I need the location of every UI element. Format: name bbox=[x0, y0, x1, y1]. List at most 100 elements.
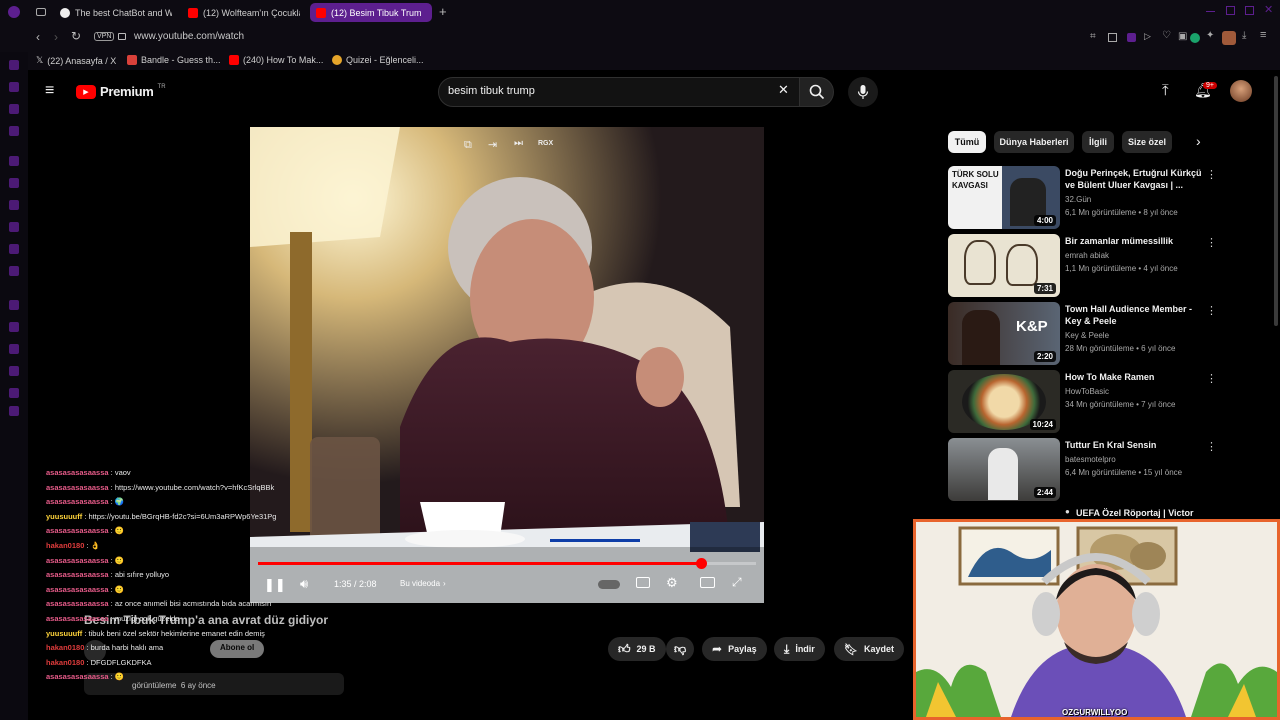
url-field[interactable]: www.youtube.com/watch bbox=[134, 31, 244, 42]
search-button[interactable] bbox=[800, 77, 834, 107]
subtitles-icon[interactable] bbox=[636, 577, 650, 588]
download-button[interactable]: ⤓ İndir bbox=[774, 637, 825, 661]
next-video-icon[interactable]: ⏭ bbox=[514, 138, 523, 149]
recommendation-item[interactable]: K&P 2:20 Town Hall Audience Member - Key… bbox=[948, 302, 1218, 368]
save-button[interactable]: 🔖︎ Kaydet bbox=[834, 637, 904, 661]
more-options-icon[interactable]: ⋮ bbox=[1206, 168, 1217, 181]
video-title[interactable]: How To Make Ramen bbox=[1065, 371, 1205, 383]
bookmark-bandle[interactable]: Bandle - Guess th... bbox=[127, 55, 221, 65]
sidebar-app-icon[interactable] bbox=[9, 266, 19, 276]
channel-name[interactable]: HowToBasic bbox=[1065, 387, 1109, 396]
channel-name[interactable]: 32.Gün bbox=[1065, 195, 1091, 204]
sidebar-app-icon[interactable] bbox=[9, 322, 19, 332]
settings-gear-icon[interactable]: ⚙ bbox=[666, 575, 678, 591]
more-options-icon[interactable]: ⋮ bbox=[1206, 304, 1217, 317]
bookmark-quizei[interactable]: Quizei - Eğlenceli... bbox=[332, 55, 424, 65]
chip-world-news[interactable]: Dünya Haberleri bbox=[994, 131, 1074, 153]
video-thumbnail[interactable]: 10:24 bbox=[948, 370, 1060, 433]
autoplay-toggle[interactable] bbox=[598, 580, 620, 589]
sidebar-app-icon[interactable] bbox=[9, 406, 19, 416]
video-thumbnail[interactable]: 7:31 bbox=[948, 234, 1060, 297]
tab-wolfteam[interactable]: (12) Wolfteam'ın Çocukla bbox=[182, 3, 300, 22]
user-avatar[interactable] bbox=[1230, 80, 1252, 102]
profile-avatar[interactable] bbox=[1222, 31, 1236, 45]
sidebar-app-icon[interactable] bbox=[9, 104, 19, 114]
bookmark-x[interactable]: 𝕏 (22) Anasayfa / X bbox=[36, 55, 116, 66]
exit-icon[interactable]: ⇥ bbox=[488, 138, 497, 151]
search-input[interactable]: besim tibuk trump bbox=[448, 85, 535, 97]
menu-icon[interactable]: ≡ bbox=[1260, 29, 1266, 41]
forward-icon[interactable]: › bbox=[54, 30, 58, 44]
video-title[interactable]: Bir zamanlar mümessillik bbox=[1065, 235, 1205, 247]
sidebar-app-icon[interactable] bbox=[9, 366, 19, 376]
sidebar-app-icon[interactable] bbox=[9, 178, 19, 188]
bookmark-icon[interactable]: ⌗ bbox=[1090, 31, 1096, 42]
wallet-icon[interactable]: ▣ bbox=[1178, 31, 1187, 42]
video-title[interactable]: Town Hall Audience Member - Key & Peele bbox=[1065, 303, 1205, 327]
voice-search-button[interactable] bbox=[848, 77, 878, 107]
tab-overview-icon[interactable] bbox=[36, 8, 46, 16]
chevron-right-icon[interactable]: › bbox=[1196, 133, 1201, 149]
sidebar-app-icon[interactable] bbox=[9, 200, 19, 210]
sidebar-app-icon[interactable] bbox=[9, 60, 19, 70]
sidebar-app-icon[interactable] bbox=[9, 344, 19, 354]
download-icon[interactable]: ⤓ bbox=[1242, 30, 1246, 41]
vpn-badge[interactable]: VPN bbox=[94, 32, 115, 41]
hamburger-menu-icon[interactable]: ≡ bbox=[45, 82, 54, 100]
upload-icon[interactable]: ⤒ bbox=[1162, 82, 1169, 99]
theater-mode-icon[interactable] bbox=[700, 577, 715, 588]
recommendation-item[interactable]: 7:31 Bir zamanlar mümessillik emrah abia… bbox=[948, 234, 1218, 300]
sidebar-app-icon[interactable] bbox=[9, 300, 19, 310]
back-icon[interactable]: ‹ bbox=[36, 30, 40, 44]
recommendation-item[interactable]: 10:24 How To Make Ramen HowToBasic 34 Mn… bbox=[948, 370, 1218, 436]
tab-chatbot[interactable]: The best ChatBot and Wri bbox=[54, 3, 172, 22]
restore-button[interactable] bbox=[1245, 6, 1254, 15]
more-options-icon[interactable]: ⋮ bbox=[1206, 440, 1217, 453]
clear-search-icon[interactable]: ✕ bbox=[778, 82, 789, 98]
recommendation-item[interactable]: 2:44 Tuttur En Kral Sensin batesmotelpro… bbox=[948, 438, 1218, 504]
extension-green-icon[interactable] bbox=[1190, 33, 1200, 43]
video-title[interactable]: Doğu Perinçek, Ertuğrul Kürkçü ve Bülent… bbox=[1065, 167, 1205, 191]
miniplayer-icon[interactable]: ⧉ bbox=[464, 139, 472, 152]
fullscreen-icon[interactable]: ⤢ bbox=[732, 575, 742, 590]
play-icon[interactable]: ▷ bbox=[1144, 31, 1151, 42]
video-title[interactable]: Tuttur En Kral Sensin bbox=[1065, 439, 1205, 451]
sidebar-app-icon[interactable] bbox=[9, 156, 19, 166]
player-extension-badge[interactable]: RGX bbox=[538, 140, 553, 147]
youtube-logo[interactable]: ▶ Premium TR bbox=[76, 84, 166, 99]
more-options-icon[interactable]: ⋮ bbox=[1206, 236, 1217, 249]
sidebar-app-icon[interactable] bbox=[9, 222, 19, 232]
like-button[interactable]: 👍︎ 29 B bbox=[608, 637, 666, 661]
bookmark-how-to[interactable]: (240) How To Mak... bbox=[229, 55, 323, 65]
chip-for-you[interactable]: Size özel bbox=[1122, 131, 1172, 153]
dislike-button[interactable]: 👎︎ bbox=[666, 637, 695, 661]
video-title[interactable]: UEFA Özel Röportaj | Victor bbox=[1076, 507, 1216, 519]
sidebar-app-icon[interactable] bbox=[9, 244, 19, 254]
new-tab-button[interactable]: + bbox=[439, 4, 447, 19]
browser-logo-icon[interactable] bbox=[8, 6, 20, 18]
video-thumbnail[interactable]: TÜRK SOLU KAVGASI 4:00 bbox=[948, 166, 1060, 229]
maximize-button[interactable] bbox=[1226, 6, 1235, 15]
chip-related[interactable]: İlgili bbox=[1082, 131, 1114, 153]
close-window-button[interactable]: ✕ bbox=[1264, 3, 1273, 16]
scrollbar-thumb[interactable] bbox=[1274, 76, 1278, 326]
video-thumbnail[interactable]: K&P 2:20 bbox=[948, 302, 1060, 365]
recommendation-item[interactable]: ● UEFA Özel Röportaj | Victor bbox=[948, 506, 1218, 520]
heart-icon[interactable]: ♡ bbox=[1162, 30, 1171, 41]
minimize-button[interactable] bbox=[1206, 11, 1215, 12]
puzzle-icon[interactable]: ✦ bbox=[1206, 30, 1214, 41]
extension-icon[interactable] bbox=[1127, 33, 1136, 42]
chip-all[interactable]: Tümü bbox=[948, 131, 986, 153]
channel-name[interactable]: batesmotelpro bbox=[1065, 455, 1116, 464]
sidebar-app-icon[interactable] bbox=[9, 388, 19, 398]
reload-icon[interactable]: ↻ bbox=[71, 29, 81, 43]
share-button[interactable]: ➦ Paylaş bbox=[702, 637, 767, 661]
tab-besim-tibuk[interactable]: (12) Besim Tibuk Trum bbox=[310, 3, 432, 22]
recommendation-item[interactable]: TÜRK SOLU KAVGASI 4:00 Doğu Perinçek, Er… bbox=[948, 166, 1218, 232]
more-options-icon[interactable]: ⋮ bbox=[1206, 372, 1217, 385]
lock-icon[interactable] bbox=[118, 33, 126, 40]
sidebar-app-icon[interactable] bbox=[9, 82, 19, 92]
channel-name[interactable]: Key & Peele bbox=[1065, 331, 1109, 340]
channel-name[interactable]: emrah abiak bbox=[1065, 251, 1109, 260]
snapshot-icon[interactable] bbox=[1108, 33, 1117, 42]
